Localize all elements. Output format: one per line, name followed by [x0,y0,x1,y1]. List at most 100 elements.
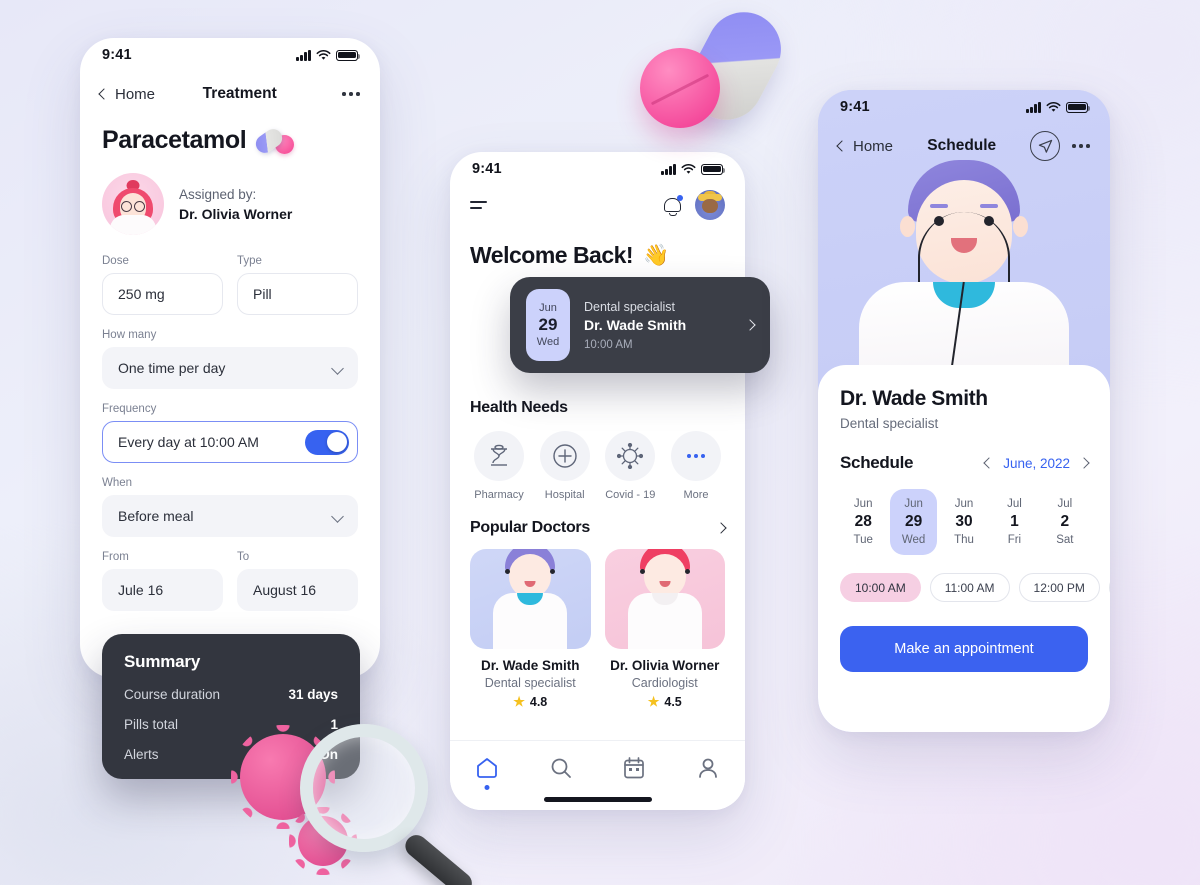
when-value: Before meal [118,508,194,524]
nav-bar: Home Treatment [80,72,380,116]
page-title: Schedule [927,137,997,154]
signal-icon [296,49,311,61]
date-day: 1 [1010,513,1019,530]
status-bar: 9:41 [80,38,380,72]
date-cell[interactable]: Jun 30 Thu [941,489,987,555]
status-bar: 9:41 [450,152,745,186]
notification-bell-icon[interactable] [663,195,683,216]
time-slot-selected[interactable]: 10:00 AM [840,573,921,602]
doctor-photo [604,549,725,649]
to-label: To [237,551,250,563]
more-icon[interactable] [342,92,360,96]
doctor-photo [470,549,591,649]
status-time: 9:41 [472,161,502,177]
date-cell-selected[interactable]: Jun 29 Wed [890,489,937,555]
date-month: Jun [954,498,974,510]
schedule-header: Schedule June, 2022 [840,453,1090,473]
frequency-input[interactable]: Every day at 10:00 AM [102,421,358,463]
treatment-screen: 9:41 Home Treatment Paracetamol Assigned… [80,38,380,678]
need-item-hospital[interactable]: Hospital [536,431,594,501]
battery-icon [336,49,361,61]
canvas: 9:41 Home Treatment Paracetamol Assigned… [0,0,1200,885]
doctor-name: Dr. Olivia Worner [610,658,720,673]
chevron-left-icon[interactable] [983,457,995,469]
date-weekday: Fri [1007,534,1022,546]
send-icon[interactable] [1030,131,1061,161]
tablet-icon [640,48,720,128]
star-icon: ★ [647,694,660,709]
howmany-group: How many One time per day [102,329,358,389]
doctor-specialty: Dental specialist [840,416,939,431]
chevron-right-icon[interactable] [715,522,727,534]
chevron-left-icon [98,88,110,100]
need-item-more[interactable]: More [667,431,725,501]
hospital-cross-icon [539,431,590,481]
date-month: Jun [904,498,923,510]
dose-label: Dose [102,255,129,267]
summary-key: Course duration [124,687,221,702]
time-slot[interactable]: 12:00 PM [1018,573,1100,602]
frequency-value: Every day at 10:00 AM [118,434,259,450]
chevron-down-icon [331,361,344,375]
chevron-right-icon[interactable] [744,319,756,331]
doctor-card-list: Dr. Wade Smith Dental specialist ★ 4.8 Dr… [470,549,725,710]
dose-input[interactable]: 250 mg [102,273,223,315]
from-label: From [102,551,129,563]
summary-key: Alerts [124,747,159,762]
person-icon [699,758,718,778]
assigned-label: Assigned by: [179,186,257,202]
need-label: Covid - 19 [605,489,656,501]
summary-row: Course duration 31 days [124,687,338,702]
to-input[interactable]: August 16 [237,569,358,611]
howmany-select[interactable]: One time per day [102,347,358,389]
doctor-card[interactable]: Dr. Wade Smith Dental specialist ★ 4.8 [470,549,591,710]
signal-icon [1026,101,1041,113]
tab-search[interactable] [548,755,574,781]
back-button[interactable]: Home [836,138,893,155]
chevron-right-icon[interactable] [1078,457,1090,469]
date-weekday: Tue [853,534,873,546]
need-item-covid[interactable]: Covid - 19 [601,431,659,501]
schedule-panel: Dr. Wade Smith Dental specialist Schedul… [818,365,1110,732]
doctor-name: Dr. Wade Smith [840,387,988,410]
appointment-card[interactable]: Jun 29 Wed Dental specialist Dr. Wade Sm… [510,277,770,373]
virus-icon [605,431,656,481]
doctor-specialty: Dental specialist [484,676,576,690]
from-group: From Jule 16 [102,551,223,611]
time-slot[interactable]: 01:00 PM [1108,573,1110,602]
pill-illustration [640,0,810,140]
summary-key: Pills total [124,717,179,732]
more-dots-icon [670,431,721,481]
date-cell[interactable]: Jul 1 Fri [991,489,1037,555]
tab-profile[interactable] [695,755,721,781]
home-indicator [543,797,652,802]
avatar[interactable] [695,190,725,220]
doctor-card[interactable]: Dr. Olivia Worner Cardiologist ★ 4.5 [604,549,725,710]
magnifier-virus-illustration [231,724,477,885]
make-appointment-button[interactable]: Make an appointment [840,626,1088,672]
appointment-time: 10:00 AM [584,338,633,351]
summary-value: 31 days [288,687,338,702]
need-item-pharmacy[interactable]: Pharmacy [470,431,528,501]
frequency-label: Frequency [102,403,157,415]
time-slot[interactable]: 11:00 AM [929,573,1010,602]
star-icon: ★ [513,694,525,709]
doctor-rating: 4.8 [529,695,548,709]
from-input[interactable]: Jule 16 [102,569,223,611]
appointment-specialty: Dental specialist [584,299,676,314]
menu-icon[interactable] [470,201,487,209]
type-input[interactable]: Pill [237,273,358,315]
tab-calendar[interactable] [621,755,647,781]
popular-doctors-header: Popular Doctors [470,519,727,537]
wifi-icon [681,163,696,174]
howmany-label: How many [102,329,157,341]
when-select[interactable]: Before meal [102,495,358,537]
more-icon[interactable] [1072,144,1090,148]
date-cell[interactable]: Jul 2 Sat [1042,489,1088,555]
date-cell[interactable]: Jun 28 Tue [840,489,886,555]
date-weekday: Sat [1056,534,1074,546]
magnifier-icon [300,724,500,885]
doctor-rating: 4.5 [664,695,682,709]
frequency-toggle[interactable] [305,429,349,455]
when-label: When [102,477,133,489]
